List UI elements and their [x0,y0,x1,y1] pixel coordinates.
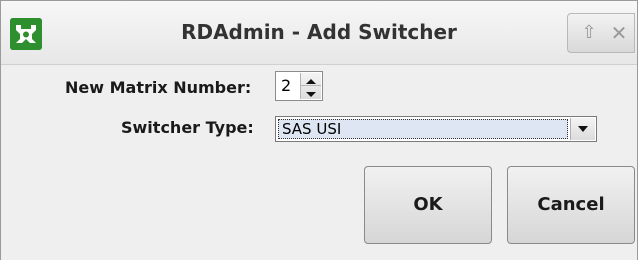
switcher-type-select[interactable]: SAS USI [275,116,597,142]
title-bar[interactable]: RDAdmin - Add Switcher ⇧ ✕ [1,1,637,65]
add-switcher-dialog: RDAdmin - Add Switcher ⇧ ✕ New Matrix Nu… [0,0,638,260]
dropdown-arrow-icon[interactable] [570,118,595,140]
matrix-number-value[interactable]: 2 [281,72,291,100]
window-controls: ⇧ ✕ [567,13,635,53]
switcher-type-focus: SAS USI [278,119,568,139]
spin-down-icon[interactable] [301,86,321,99]
switcher-form: New Matrix Number: 2 Switcher Type: SAS … [1,64,637,261]
close-icon[interactable]: ✕ [604,14,634,52]
switcher-type-label: Switcher Type: [121,118,254,137]
switcher-type-value: SAS USI [282,120,342,138]
maximize-icon[interactable]: ⇧ [574,14,604,52]
cancel-button[interactable]: Cancel [507,166,635,244]
matrix-number-spinbox[interactable]: 2 [275,71,323,101]
window-title: RDAdmin - Add Switcher [181,20,457,44]
matrix-number-label: New Matrix Number: [65,78,252,97]
spin-buttons [300,73,321,99]
spin-up-icon[interactable] [301,73,321,86]
ok-button[interactable]: OK [364,166,492,244]
